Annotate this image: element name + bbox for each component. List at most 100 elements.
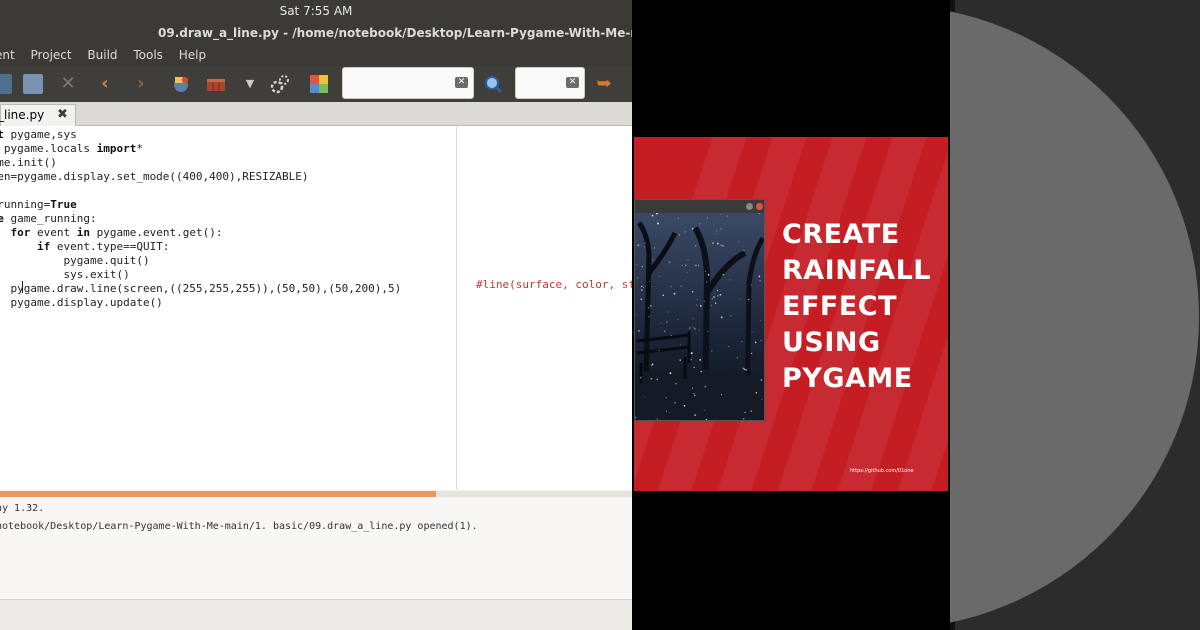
github-url[interactable]: https://github.com/01one <box>850 468 914 474</box>
rain-drop <box>669 412 671 414</box>
close-icon[interactable]: ✕ <box>58 74 78 94</box>
goto-line-input[interactable]: ✕ <box>515 67 585 99</box>
rain-drop <box>658 276 660 277</box>
rain-drop <box>665 410 668 412</box>
clear-goto-icon[interactable]: ✕ <box>566 77 579 88</box>
clear-search-icon[interactable]: ✕ <box>455 77 468 88</box>
rain-drop <box>657 222 660 225</box>
minimize-icon <box>746 203 753 210</box>
tab-close-icon[interactable]: ✖ <box>57 105 68 125</box>
code-text: pygame.quit() <box>0 254 150 267</box>
compile-icon[interactable] <box>171 74 191 94</box>
rain-drop <box>674 401 676 404</box>
rain-drop <box>670 286 672 288</box>
code-line: pygame.draw.line(screen,((255,255,255)),… <box>0 282 401 296</box>
rain-drop <box>750 410 752 412</box>
rain-drop <box>649 304 652 307</box>
rain-drop <box>641 266 644 268</box>
pygame-window-preview <box>634 199 765 421</box>
rain-drop <box>694 414 697 417</box>
rain-drop <box>703 409 705 411</box>
headline-line: EFFECT <box>782 291 898 322</box>
save-icon[interactable] <box>0 74 12 94</box>
code-line: game.init() <box>0 156 401 170</box>
system-clock[interactable]: Sat 7:55 AM <box>280 4 353 18</box>
rain-drop <box>694 245 697 247</box>
menu-item-document[interactable]: ent <box>0 44 15 66</box>
rain-drop <box>651 214 654 217</box>
menu-item-project[interactable]: Project <box>31 44 72 66</box>
rain-drop <box>684 231 686 233</box>
geany-window: Sat 7:55 AM 09.draw_a_line.py - /home/no… <box>0 0 632 630</box>
menu-item-build[interactable]: Build <box>87 44 117 66</box>
rain-drop <box>677 218 679 220</box>
code-text: game_running: <box>3 212 97 225</box>
run-icon[interactable] <box>270 74 290 94</box>
rain-drop <box>669 372 672 375</box>
code-keyword: in <box>76 226 90 239</box>
code-text: pygame,sys <box>3 128 77 141</box>
rain-drop <box>714 292 716 294</box>
build-icon[interactable] <box>206 74 226 94</box>
rain-drop <box>677 319 679 321</box>
code-text: pygame.display.update() <box>0 296 163 309</box>
code-line: e_running=True <box>0 198 401 212</box>
rain-drop <box>647 306 650 309</box>
rain-drop <box>714 302 717 304</box>
jump-icon[interactable]: ➥ <box>594 74 614 94</box>
code-text: game.init() <box>0 156 57 169</box>
rain-drop <box>742 417 745 420</box>
rain-drop <box>705 419 708 420</box>
rain-drop <box>711 298 713 300</box>
tab-draw-a-line[interactable]: _line.py ✖ <box>0 104 76 126</box>
code-keyword: for <box>10 226 31 239</box>
code-text: event.type==QUIT: <box>50 240 170 253</box>
rain-drop <box>651 363 654 366</box>
search-go-icon[interactable] <box>483 74 503 94</box>
menu-item-help[interactable]: Help <box>179 44 206 66</box>
statusbar <box>0 599 632 630</box>
rain-drop <box>700 370 702 373</box>
code-line: reen=pygame.display.set_mode((400,400),R… <box>0 170 401 184</box>
rain-drop <box>670 334 672 336</box>
search-input[interactable]: ✕ <box>342 67 474 99</box>
preview-titlebar <box>635 200 764 213</box>
rain-drop <box>668 261 671 264</box>
forward-icon[interactable]: › <box>131 74 151 94</box>
rain-drop <box>648 316 650 318</box>
dropdown-icon[interactable]: ▼ <box>240 74 260 94</box>
code-line: if event.type==QUIT: <box>0 240 401 254</box>
color-picker-icon[interactable] <box>309 74 329 94</box>
rain-drop <box>643 246 645 248</box>
thumbnail-banner[interactable]: CREATE RAINFALL EFFECT USING PYGAME http… <box>634 137 948 491</box>
code-line: for event in pygame.event.get(): <box>0 226 401 240</box>
headline-line: USING <box>782 327 881 358</box>
rain-drop <box>650 377 653 380</box>
rain-drop <box>744 411 746 414</box>
rain-drop <box>743 249 745 251</box>
rain-drop <box>729 279 731 281</box>
rain-drop <box>675 383 677 385</box>
rain-drop <box>686 271 688 273</box>
rain-drop <box>704 270 706 272</box>
rain-drop <box>637 244 640 247</box>
menu-item-tools[interactable]: Tools <box>133 44 163 66</box>
rain-drop <box>711 304 713 306</box>
message-line: ny 1.32. <box>0 503 45 514</box>
rain-drop <box>660 322 662 324</box>
open-icon[interactable] <box>23 74 43 94</box>
rain-drop <box>689 327 691 329</box>
rain-drop <box>695 304 698 306</box>
rain-drop <box>658 349 660 351</box>
headline-line: RAINFALL <box>782 255 931 286</box>
rain-drop <box>720 316 723 319</box>
rain-drop <box>644 396 646 398</box>
rain-drop <box>717 294 719 297</box>
rain-drop <box>761 399 763 401</box>
rain-drop <box>695 264 697 267</box>
back-icon[interactable]: ‹ <box>95 74 115 94</box>
rain-drop <box>693 327 696 330</box>
rainfall-scene-image <box>635 213 764 420</box>
rain-drop <box>713 296 715 298</box>
